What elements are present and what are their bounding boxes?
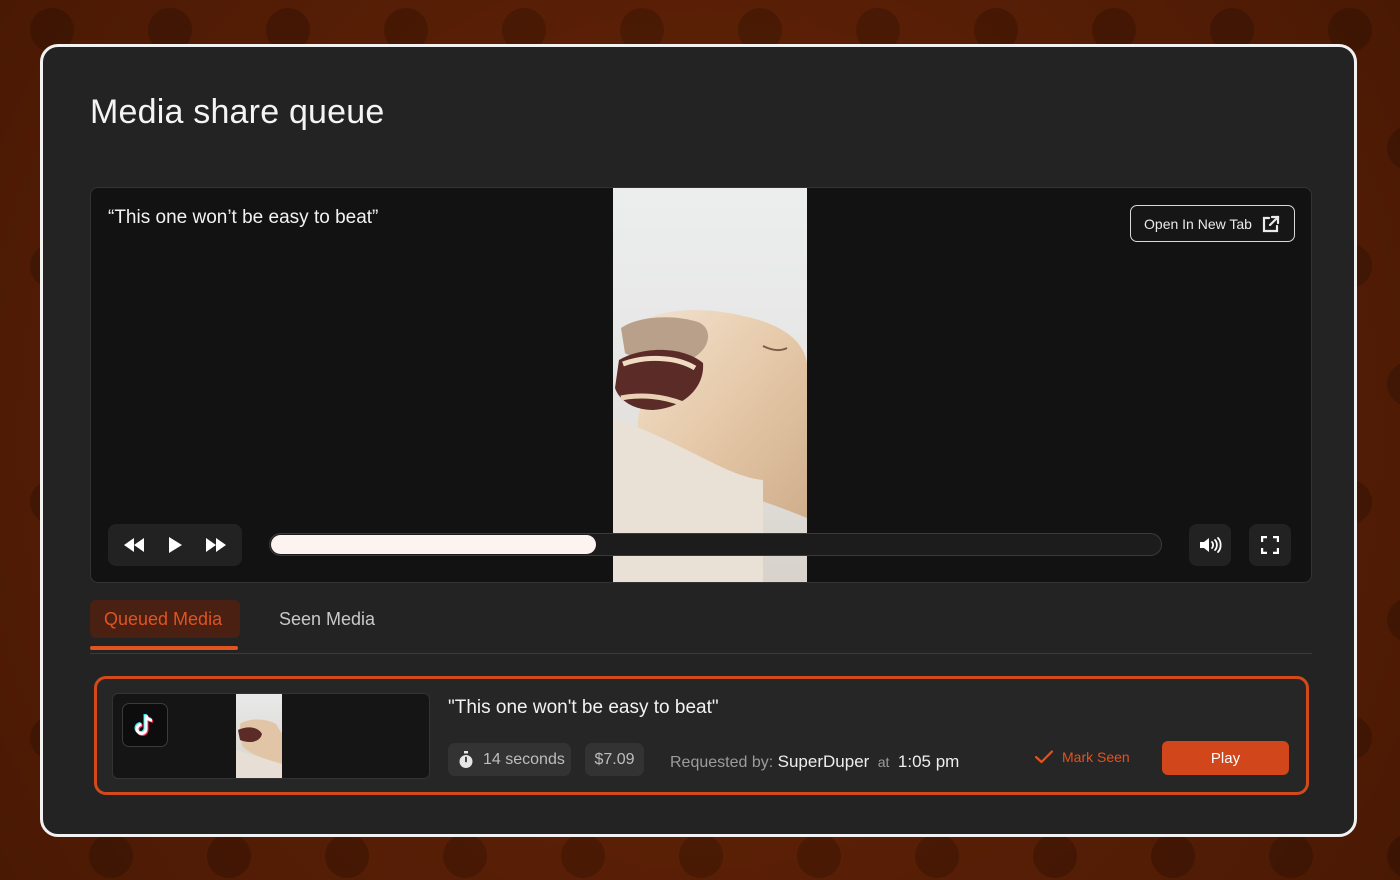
rewind-icon (124, 538, 145, 552)
request-time: 1:05 pm (897, 752, 960, 771)
tab-seen-media[interactable]: Seen Media (265, 600, 389, 638)
requester-name: SuperDuper (777, 752, 870, 771)
background-pattern-dot (1151, 834, 1195, 878)
playback-controls (108, 524, 242, 566)
mark-seen-button[interactable]: Mark Seen (1035, 749, 1130, 765)
mark-seen-label: Mark Seen (1062, 749, 1130, 765)
fullscreen-button[interactable] (1249, 524, 1291, 566)
requested-info: Requested by: SuperDuper at 1:05 pm (670, 752, 959, 772)
background-pattern-dot (325, 834, 369, 878)
background-pattern-dot (89, 834, 133, 878)
duration-text: 14 seconds (483, 750, 565, 768)
open-new-tab-button[interactable]: Open In New Tab (1130, 205, 1295, 242)
player-caption: “This one won’t be easy to beat” (108, 207, 379, 228)
play-icon (168, 537, 182, 553)
background-pattern-dot (1387, 362, 1400, 406)
background-pattern-dot (1387, 834, 1400, 878)
thumbnail-llama-image (236, 719, 282, 778)
volume-button[interactable] (1189, 524, 1231, 566)
progress-fill (271, 535, 596, 554)
checkmark-icon (1035, 750, 1053, 764)
page-title: Media share queue (90, 93, 385, 131)
fullscreen-icon (1261, 536, 1279, 554)
media-thumbnail[interactable] (112, 693, 430, 779)
stopwatch-icon (459, 750, 473, 768)
external-link-icon (1262, 215, 1280, 232)
llama-image (613, 310, 807, 582)
requested-label: Requested by: (670, 754, 774, 771)
queue-item: "This one won't be easy to beat" 14 seco… (94, 676, 1309, 795)
background-pattern-dot (679, 834, 723, 878)
price-text: $7.09 (594, 750, 635, 768)
background-pattern-dot (915, 834, 959, 878)
video-frame[interactable] (613, 188, 807, 582)
video-player: “This one won’t be easy to beat” Open In… (90, 187, 1312, 583)
background-pattern-dot (1387, 126, 1400, 170)
play-button[interactable] (159, 529, 191, 561)
fast-forward-icon (205, 538, 226, 552)
rewind-button[interactable] (118, 529, 150, 561)
thumbnail-frame (236, 694, 282, 778)
progress-bar[interactable] (269, 533, 1162, 556)
media-tabs: Queued Media Seen Media (90, 600, 1312, 654)
queue-item-caption: "This one won't be easy to beat" (448, 697, 719, 718)
background-pattern-dot (443, 834, 487, 878)
background-pattern-dot (561, 834, 605, 878)
tiktok-badge (122, 703, 168, 747)
background-pattern-dot (207, 834, 251, 878)
background-pattern-dot (1033, 834, 1077, 878)
price-chip: $7.09 (585, 743, 644, 776)
media-share-panel: Media share queue “This one won’t be eas… (40, 44, 1357, 837)
tiktok-icon (134, 713, 154, 736)
background-pattern-dot (1269, 834, 1313, 878)
fast-forward-button[interactable] (200, 529, 232, 561)
play-media-button[interactable]: Play (1162, 741, 1289, 775)
at-label: at (877, 754, 890, 770)
tab-queued-media[interactable]: Queued Media (90, 600, 240, 650)
open-new-tab-label: Open In New Tab (1144, 215, 1252, 232)
duration-chip: 14 seconds (448, 743, 571, 776)
background-pattern-dot (1387, 598, 1400, 642)
volume-icon (1200, 537, 1222, 553)
background-pattern-dot (797, 834, 841, 878)
